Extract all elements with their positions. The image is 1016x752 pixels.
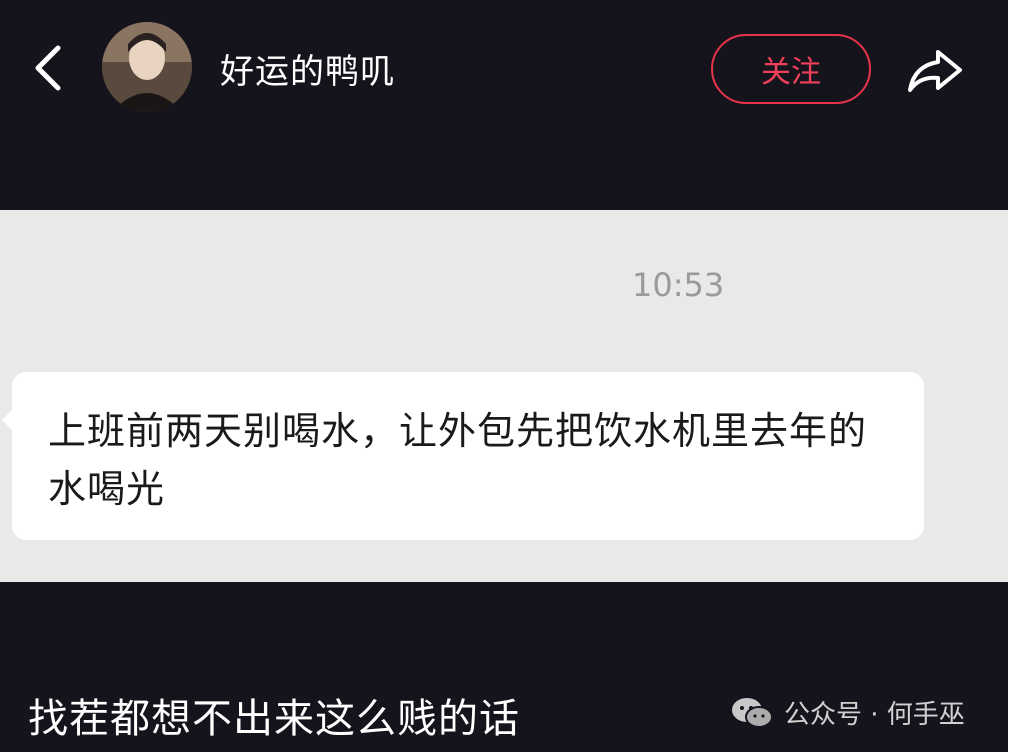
message-text: 上班前两天别喝水，让外包先把饮水机里去年的水喝光 [48,409,868,511]
message-bubble[interactable]: 上班前两天别喝水，让外包先把饮水机里去年的水喝光 [2,372,924,540]
back-button[interactable] [28,38,72,98]
chat-header: 好运的鸭叽 关注 [0,0,1008,210]
caption-text: 找茬都想不出来这么贱的话 [28,696,520,742]
chevron-left-icon [35,45,61,91]
right-edge [1008,0,1016,752]
watermark: 公众号 · 何手巫 [730,694,965,731]
avatar-image [102,22,192,112]
follow-button-label: 关注 [761,55,821,90]
message-timestamp: 10:53 [632,266,725,304]
share-button[interactable] [900,40,970,100]
bottom-area: 找茬都想不出来这么贱的话 公众号 · 何手巫 [0,582,1008,752]
share-arrow-icon [908,50,962,92]
screenshot-frame: 好运的鸭叽 关注 10:53 上班前两天别喝水，让外包先把饮水机里去年的水喝光 … [0,0,1008,752]
wechat-icon [732,697,773,728]
watermark-text: 公众号 · 何手巫 [784,700,965,730]
chat-area: 10:53 上班前两天别喝水，让外包先把饮水机里去年的水喝光 [0,210,1008,582]
chat-username: 好运的鸭叽 [220,52,395,92]
follow-button[interactable]: 关注 [711,34,871,104]
user-avatar[interactable] [102,22,192,112]
